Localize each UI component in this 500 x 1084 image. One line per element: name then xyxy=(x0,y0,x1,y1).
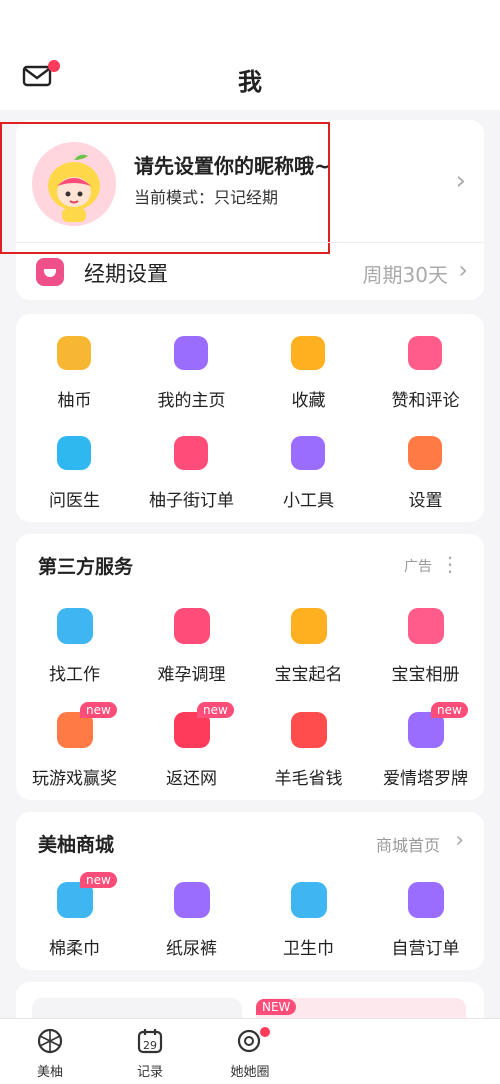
grid-item-label: 找工作 xyxy=(49,665,100,685)
shortcut-grid-card: 柚币 我的主页 收藏 赞和评论问医生 柚子街订单 小工具 设置 xyxy=(16,314,484,522)
page-title: 我 xyxy=(238,68,262,96)
section-title: 第三方服务 xyxy=(38,556,134,578)
grid-item-label: 玩游戏赢奖 xyxy=(32,769,117,789)
period-cycle-value[interactable]: 周期30天 xyxy=(363,259,448,288)
mall-grid: new 棉柔巾 纸尿裤 卫生巾 自营订单 xyxy=(16,864,484,968)
grid-item-label: 自营订单 xyxy=(391,939,460,959)
new-badge: new xyxy=(431,702,468,718)
grid-item[interactable]: 羊毛省钱 xyxy=(250,694,367,798)
grid-item[interactable]: 收藏 xyxy=(250,314,367,414)
grid-item-label: 难孕调理 xyxy=(157,665,226,685)
grid-item-label: 我的主页 xyxy=(157,391,226,411)
grid-item-label: 卫生巾 xyxy=(283,939,334,959)
grid-item[interactable]: new 玩游戏赢奖 xyxy=(16,694,133,798)
mode-text: 当前模式：只记经期 xyxy=(134,188,279,207)
tab-label: 她她圈 xyxy=(230,1065,270,1080)
notification-dot xyxy=(260,1027,270,1037)
coin-icon xyxy=(57,336,91,370)
star-icon xyxy=(291,336,325,370)
grid-item[interactable]: 柚币 xyxy=(16,314,133,414)
person-icon xyxy=(174,336,208,370)
thumbs-up-icon xyxy=(408,336,442,370)
tab-community[interactable]: 她她圈 xyxy=(210,1019,290,1084)
grid-item[interactable]: 设置 xyxy=(367,414,484,514)
tools-icon xyxy=(291,436,325,470)
wool-money-icon xyxy=(291,712,327,748)
grid-item[interactable]: new 爱情塔罗牌 xyxy=(367,694,484,798)
top-bar: 我 xyxy=(0,0,500,110)
mall-home-link[interactable]: 商城首页 xyxy=(376,832,440,856)
grid-item[interactable]: 纸尿裤 xyxy=(133,864,250,968)
nickname-prompt[interactable]: 请先设置你的昵称哦~ xyxy=(134,150,331,179)
grid-item-label: 柚子街订单 xyxy=(149,491,234,511)
mall-card: 美柚商城 商城首页 › new 棉柔巾 纸尿裤 卫生巾 自营订单 xyxy=(16,812,484,970)
grid-item-label: 棉柔巾 xyxy=(49,939,100,959)
book-icon xyxy=(291,608,327,644)
new-badge: new xyxy=(80,702,117,718)
order-list-icon xyxy=(408,882,444,918)
period-settings-label[interactable]: 经期设置 xyxy=(84,258,168,288)
order-icon xyxy=(174,436,208,470)
grid-item-label: 柚币 xyxy=(57,391,92,411)
briefcase-icon xyxy=(57,608,93,644)
third-party-grid: 找工作 难孕调理 宝宝起名 宝宝相册 new 玩游戏赢奖 new 返还网 羊毛省钱 new 爱情塔罗… xyxy=(16,590,484,798)
avatar[interactable] xyxy=(32,142,116,226)
doctor-icon xyxy=(57,436,91,470)
home-ball-icon xyxy=(37,1028,63,1054)
bottom-tab-bar: 美柚 29 记录 她她圈 xyxy=(0,1018,500,1084)
calendar-icon: 29 xyxy=(137,1029,163,1054)
grid-item-label: 返还网 xyxy=(166,769,217,789)
ad-label: 广告 xyxy=(404,559,432,575)
grid-item[interactable]: 柚子街订单 xyxy=(133,414,250,514)
grid-item-label: 小工具 xyxy=(283,491,334,511)
grid-item-label: 宝宝起名 xyxy=(274,665,343,685)
gear-icon xyxy=(408,436,442,470)
tab-meiyou[interactable]: 美柚 xyxy=(10,1019,90,1084)
tab-record[interactable]: 29 记录 xyxy=(110,1019,190,1084)
new-badge: new xyxy=(197,702,234,718)
pad-icon xyxy=(291,882,327,918)
grid-item[interactable]: 问医生 xyxy=(16,414,133,514)
grid-item-label: 爱情塔罗牌 xyxy=(383,769,468,789)
flower-icon xyxy=(174,608,210,644)
section-title: 美柚商城 xyxy=(38,834,115,856)
diaper-icon xyxy=(174,882,210,918)
third-party-card: 第三方服务 广告 ⋮ 找工作 难孕调理 宝宝起名 宝宝相册 new 玩游戏赢奖 new 返还网… xyxy=(16,534,484,800)
grid-item-label: 问医生 xyxy=(49,491,100,511)
grid-item[interactable]: new 棉柔巾 xyxy=(16,864,133,968)
tab-label: 记录 xyxy=(136,1065,163,1080)
grid-item-label: 收藏 xyxy=(291,391,326,411)
divider xyxy=(16,242,484,243)
grid-item[interactable]: 赞和评论 xyxy=(367,314,484,414)
chevron-right-icon: › xyxy=(455,828,464,853)
chevron-right-icon: › xyxy=(455,166,466,196)
grid-item-label: 宝宝相册 xyxy=(391,665,460,685)
grid-item[interactable]: 小工具 xyxy=(250,414,367,514)
grid-item[interactable]: 找工作 xyxy=(16,590,133,694)
new-badge: new xyxy=(80,872,117,888)
grid-item[interactable]: 自营订单 xyxy=(367,864,484,968)
chevron-right-icon: › xyxy=(458,256,468,284)
calendar-day: 29 xyxy=(143,1039,157,1052)
grid-item[interactable]: 宝宝相册 xyxy=(367,590,484,694)
grid-item-label: 设置 xyxy=(408,491,443,511)
more-options-icon[interactable]: ⋮ xyxy=(440,552,460,576)
cartoon-girl-avatar-icon xyxy=(32,142,116,226)
grid-item[interactable]: 宝宝起名 xyxy=(250,590,367,694)
shortcut-grid: 柚币 我的主页 收藏 赞和评论问医生 柚子街订单 小工具 设置 xyxy=(16,314,484,514)
new-badge: NEW xyxy=(256,999,297,1015)
period-icon xyxy=(36,258,64,286)
tab-label: 美柚 xyxy=(36,1065,63,1080)
grid-item[interactable]: 难孕调理 xyxy=(133,590,250,694)
grid-item-label: 赞和评论 xyxy=(391,391,460,411)
grid-item[interactable]: new 返还网 xyxy=(133,694,250,798)
album-icon xyxy=(408,608,444,644)
grid-item[interactable]: 我的主页 xyxy=(133,314,250,414)
grid-item-label: 羊毛省钱 xyxy=(274,769,343,789)
grid-item-label: 纸尿裤 xyxy=(166,939,217,959)
grid-item[interactable]: 卫生巾 xyxy=(250,864,367,968)
